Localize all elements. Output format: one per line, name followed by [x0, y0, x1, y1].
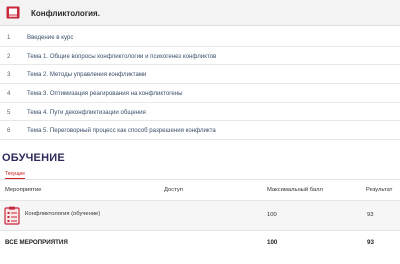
course-header: Конфликтология. [0, 0, 400, 26]
table-row[interactable]: Конфликтология (обучение) 100 93 [0, 200, 400, 231]
column-result: Результат [366, 187, 393, 193]
course-title: Конфликтология. [31, 9, 100, 18]
module-link[interactable]: Тема 4. Пути деконфликтизации общения [27, 109, 146, 116]
module-row[interactable]: 5 Тема 4. Пути деконфликтизации общения [0, 103, 400, 122]
table-header: Мероприятие Доступ Максимальный балл Рез… [0, 181, 400, 199]
result-value: 93 [367, 212, 374, 218]
column-access: Доступ [164, 187, 183, 193]
module-number: 5 [7, 108, 11, 116]
module-number: 6 [7, 127, 11, 135]
module-row[interactable]: 6 Тема 5. Переговорный процесс как спосо… [0, 121, 400, 141]
module-row[interactable]: 2 Тема 1. Общие вопросы конфликтологии и… [0, 47, 400, 66]
module-link[interactable]: Тема 3. Оптимизация реагирования на конф… [27, 90, 182, 97]
total-max-score: 100 [267, 239, 278, 246]
module-row[interactable]: 4 Тема 3. Оптимизация реагирования на ко… [0, 84, 400, 103]
total-label: ВСЕ МЕРОПРИЯТИЯ [5, 239, 68, 246]
tab-current[interactable]: Текущие [5, 171, 25, 179]
column-activity: Мероприятие [5, 187, 42, 193]
module-number: 1 [7, 34, 11, 41]
table-total-row: ВСЕ МЕРОПРИЯТИЯ 100 93 [0, 231, 400, 253]
module-number: 2 [7, 52, 11, 60]
module-row[interactable]: 1 Введение в курс [0, 28, 400, 47]
training-section-title: ОБУЧЕНИЕ [2, 152, 65, 164]
module-link[interactable]: Введение в курс [27, 34, 73, 41]
column-max-score: Максимальный балл [267, 187, 323, 193]
module-row[interactable]: 3 Тема 2. Методы управления конфликтами [0, 65, 400, 85]
checklist-icon [4, 206, 20, 225]
book-icon [6, 6, 20, 19]
module-link[interactable]: Тема 1. Общие вопросы конфликтологии и п… [27, 53, 216, 60]
activity-link[interactable]: Конфликтология (обучение) [25, 211, 100, 217]
module-link[interactable]: Тема 2. Методы управления конфликтами [27, 71, 146, 78]
module-link[interactable]: Тема 5. Переговорный процесс как способ … [27, 127, 216, 134]
tab-divider [0, 179, 400, 180]
total-result: 93 [367, 239, 374, 246]
module-list: 1 Введение в курс 2 Тема 1. Общие вопрос… [0, 28, 400, 141]
max-score-value: 100 [267, 212, 277, 218]
module-number: 4 [7, 90, 11, 98]
module-number: 3 [7, 71, 11, 79]
